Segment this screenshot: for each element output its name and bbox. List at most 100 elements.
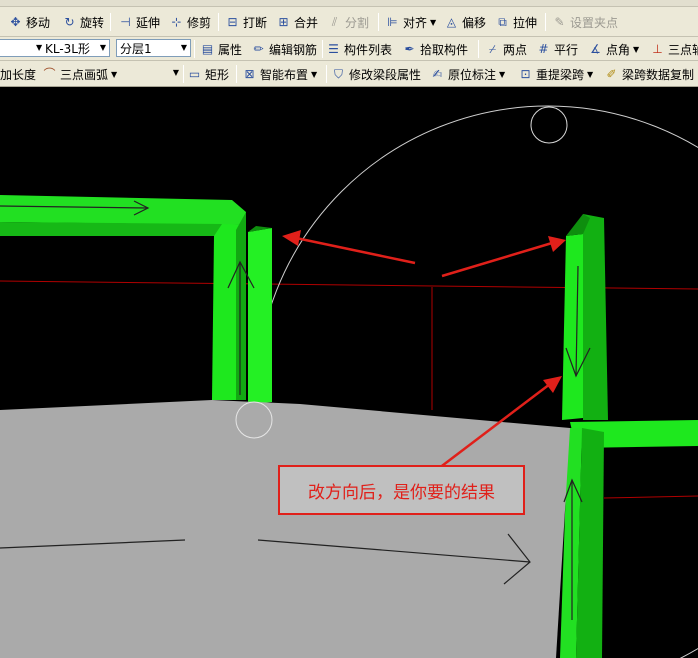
rectangle-icon: ▭ <box>188 66 201 81</box>
pick-component-label: 拾取构件 <box>420 42 469 57</box>
trim-icon: ⊹ <box>171 14 182 29</box>
three-point-arc-button[interactable]: ⌒ 三点画弧 ▼ <box>42 64 117 84</box>
add-length-label: 加长度 <box>0 67 37 82</box>
set-grip-label: 设置夹点 <box>570 15 619 30</box>
chevron-down-icon: ▼ <box>99 43 106 52</box>
two-points-label: 两点 <box>503 42 528 57</box>
three-point-arc-label: 三点画弧 <box>60 67 109 82</box>
trim-button[interactable]: ⊹ 修剪 <box>169 12 211 32</box>
rectangle-label: 矩形 <box>205 67 230 82</box>
smart-layout-label: 智能布置 <box>260 67 309 82</box>
split-label: 分割 <box>345 15 370 30</box>
layer-select-value: 分层1 <box>120 41 152 56</box>
move-button[interactable]: ✥ 移动 <box>8 12 50 32</box>
two-points-button[interactable]: ⌿ 两点 <box>485 39 527 59</box>
component-list-button[interactable]: ☰ 构件列表 <box>326 39 392 59</box>
merge-button[interactable]: ⊞ 合并 <box>276 12 318 32</box>
component-toolbar: KL-3L形 ▼ ▼ 分层1 ▼ ▤ 属性 ✏ 编辑钢筋 ☰ 构件列表 ✒ 拾取… <box>0 37 698 61</box>
set-grip-button[interactable]: ✎ 设置夹点 <box>552 12 618 32</box>
separator <box>194 40 195 58</box>
drawing-canvas[interactable] <box>0 87 698 658</box>
chevron-down-icon: ▼ <box>311 69 318 79</box>
parallel-button[interactable]: # 平行 <box>536 39 578 59</box>
rotate-button[interactable]: ↻ 旋转 <box>62 12 104 32</box>
break-label: 打断 <box>243 15 268 30</box>
three-point-icon: ⊥ <box>652 41 663 56</box>
chevron-down-icon: ▼ <box>587 69 594 79</box>
chevron-down-icon: ▼ <box>633 44 640 54</box>
grip-icon: ✎ <box>554 14 565 29</box>
list-icon: ☰ <box>328 41 339 56</box>
origin-annotation-label: 原位标注 <box>448 67 497 82</box>
add-length-button[interactable]: 加长度 <box>0 64 36 84</box>
annotation-text: 改方向后，是你要的结果 <box>308 482 495 503</box>
point-angle-button[interactable]: ∡ 点角 ▼ <box>588 39 639 59</box>
re-extract-icon: ⊡ <box>520 66 531 81</box>
snap-circle <box>530 106 568 144</box>
pick-icon: ✒ <box>404 41 415 56</box>
drawing-toolbar: 加长度 ⌒ 三点画弧 ▼ ▼ ▭ 矩形 ⊠ 智能布置 ▼ ⛉ 修改梁段属性 ✍ … <box>0 61 698 87</box>
trim-label: 修剪 <box>187 15 212 30</box>
beam-right[interactable] <box>560 214 698 658</box>
align-icon: ⊫ <box>387 14 398 29</box>
parallel-icon: # <box>538 41 549 56</box>
separator <box>378 13 379 31</box>
align-button[interactable]: ⊫ 对齐 ▼ <box>385 12 436 32</box>
edit-rebar-button[interactable]: ✏ 编辑钢筋 <box>251 39 317 59</box>
split-button[interactable]: ⫽ 分割 <box>327 12 369 32</box>
properties-button[interactable]: ▤ 属性 <box>200 39 242 59</box>
chevron-down-icon: ▼ <box>499 69 506 79</box>
merge-icon: ⊞ <box>278 14 289 29</box>
separator <box>322 40 323 58</box>
stretch-icon: ⧉ <box>498 14 507 29</box>
properties-label: 属性 <box>218 42 243 57</box>
component-select-value: KL-3L形 <box>45 41 90 56</box>
beam-left[interactable] <box>0 195 272 404</box>
break-icon: ⊟ <box>227 14 238 29</box>
brush-icon: ✐ <box>606 66 617 81</box>
component-select[interactable]: KL-3L形 ▼ ▼ <box>0 39 110 57</box>
separator <box>478 40 479 58</box>
layer-select[interactable]: 分层1 ▼ <box>116 39 191 57</box>
copy-span-data-button[interactable]: ✐ 梁跨数据复制 <box>604 64 694 84</box>
stretch-button[interactable]: ⧉ 拉伸 <box>495 12 537 32</box>
chevron-down-icon: ▼ <box>180 43 187 52</box>
split-icon: ⫽ <box>331 14 338 29</box>
extend-label: 延伸 <box>136 15 161 30</box>
edit-toolbar: ✥ 移动 ↻ 旋转 ⊣ 延伸 ⊹ 修剪 ⊟ 打断 ⊞ 合并 ⫽ 分割 ⊫ 对齐 … <box>0 7 698 37</box>
chevron-down-icon: ▼ <box>36 43 43 52</box>
edit-rebar-label: 编辑钢筋 <box>269 42 318 57</box>
chevron-down-icon: ▼ <box>430 17 437 27</box>
separator <box>218 13 219 31</box>
chevron-down-icon: ▼ <box>111 69 118 79</box>
align-label: 对齐 <box>403 15 428 30</box>
arc-mode-select[interactable]: ▼ <box>126 65 182 83</box>
smart-layout-icon: ⊠ <box>244 66 255 81</box>
modify-beam-icon: ⛉ <box>333 66 343 81</box>
smart-layout-button[interactable]: ⊠ 智能布置 ▼ <box>242 64 317 84</box>
two-points-icon: ⌿ <box>488 41 497 56</box>
rotate-label: 旋转 <box>80 15 105 30</box>
offset-button[interactable]: ◬ 偏移 <box>444 12 486 32</box>
merge-label: 合并 <box>294 15 319 30</box>
break-button[interactable]: ⊟ 打断 <box>225 12 267 32</box>
origin-annotation-button[interactable]: ✍ 原位标注 ▼ <box>430 64 505 84</box>
rotate-icon: ↻ <box>64 14 75 29</box>
stretch-label: 拉伸 <box>513 15 538 30</box>
move-label: 移动 <box>26 15 51 30</box>
extend-icon: ⊣ <box>120 14 131 29</box>
three-point-axis-button[interactable]: ⊥ 三点轴 <box>650 39 698 59</box>
extend-button[interactable]: ⊣ 延伸 <box>118 12 160 32</box>
point-angle-icon: ∡ <box>590 41 601 56</box>
three-point-label: 三点轴 <box>668 42 698 57</box>
re-extract-span-button[interactable]: ⊡ 重提梁跨 ▼ <box>518 64 593 84</box>
slab[interactable] <box>0 400 570 658</box>
arc-icon: ⌒ <box>43 66 56 81</box>
separator <box>110 13 111 31</box>
pick-component-button[interactable]: ✒ 拾取构件 <box>402 39 468 59</box>
modify-beam-section-button[interactable]: ⛉ 修改梁段属性 <box>331 64 421 84</box>
modify-beam-section-label: 修改梁段属性 <box>349 67 422 82</box>
rectangle-button[interactable]: ▭ 矩形 <box>187 64 229 84</box>
annotation-callout: 改方向后，是你要的结果 <box>278 465 525 515</box>
edit-rebar-icon: ✏ <box>253 41 264 56</box>
